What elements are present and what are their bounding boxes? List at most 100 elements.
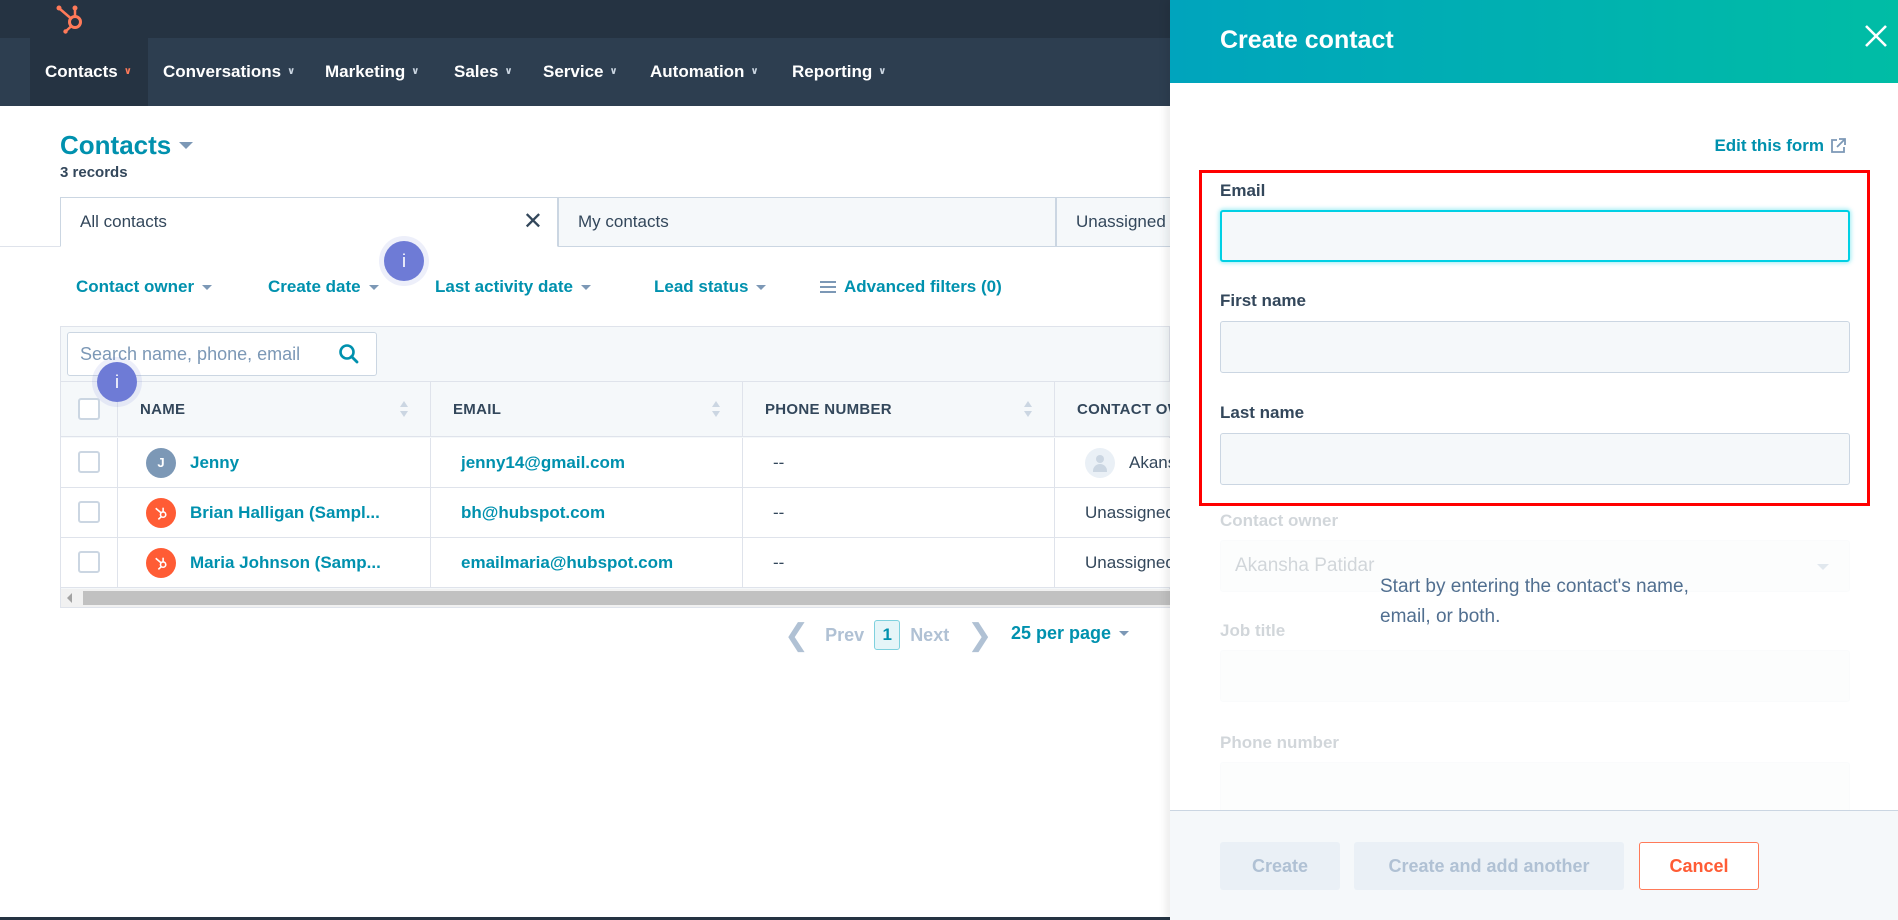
sliders-icon: [820, 280, 836, 294]
row-checkbox[interactable]: [78, 501, 100, 523]
nav-marketing[interactable]: Marketing ∨: [325, 38, 419, 106]
hubspot-avatar-icon: [146, 547, 176, 578]
nav-conversations[interactable]: Conversations ∨: [163, 38, 295, 106]
page-title[interactable]: Contacts: [60, 130, 194, 161]
chevron-down-icon: ∨: [878, 65, 887, 77]
scroll-left-icon[interactable]: [67, 593, 72, 603]
info-badge[interactable]: i: [97, 362, 137, 402]
first-name-field[interactable]: [1220, 321, 1850, 373]
panel-header: Create contact: [1170, 0, 1898, 83]
nav-service[interactable]: Service ∨: [543, 38, 618, 106]
caret-down-icon: [1817, 564, 1829, 570]
contact-owner-label: Contact owner: [1220, 511, 1339, 530]
contacts-table: NAME EMAIL PHONE NUMBER CONTACT OWNER J …: [60, 326, 1254, 608]
name-cell: J Jenny: [118, 438, 431, 487]
next-page-button[interactable]: Next: [910, 625, 949, 646]
current-page[interactable]: 1: [874, 620, 901, 650]
row-checkbox[interactable]: [78, 451, 100, 473]
caret-down-icon: [368, 284, 379, 290]
phone-cell: --: [743, 538, 1055, 587]
hint-tooltip: Start by entering the contact's name, em…: [1380, 576, 1689, 627]
tab-my-contacts[interactable]: My contacts: [558, 197, 1056, 247]
user-avatar-icon: [1085, 447, 1115, 478]
table-row[interactable]: J Jenny jenny14@gmail.com -- Akansha Pat…: [61, 438, 1254, 488]
phone-cell: --: [743, 488, 1055, 537]
contact-email-link[interactable]: emailmaria@hubspot.com: [461, 553, 673, 573]
close-icon[interactable]: [1862, 22, 1890, 50]
create-and-add-another-button[interactable]: Create and add another: [1354, 842, 1624, 890]
per-page-select[interactable]: 25 per page: [1011, 623, 1130, 644]
filter-lead-status[interactable]: Lead status: [654, 275, 767, 299]
last-name-field[interactable]: [1220, 433, 1850, 485]
job-title-label: Job title: [1220, 621, 1286, 640]
select-all-checkbox[interactable]: [78, 398, 100, 420]
table-row[interactable]: Brian Halligan (Sampl... bh@hubspot.com …: [61, 488, 1175, 538]
record-count: 3 records: [60, 164, 128, 181]
hubspot-logo-icon[interactable]: [54, 2, 88, 36]
sort-icon[interactable]: [712, 401, 720, 419]
create-contact-panel: Create contact Edit this form Email Firs…: [1170, 0, 1898, 920]
tab-all-contacts[interactable]: All contacts ✕: [60, 197, 558, 247]
caret-down-icon: [179, 142, 194, 149]
horizontal-scrollbar[interactable]: [61, 589, 1171, 607]
phone-label: Phone number: [1220, 733, 1340, 752]
contact-name-link[interactable]: Brian Halligan (Sampl...: [190, 503, 380, 523]
chevron-left-icon[interactable]: ❮: [784, 618, 809, 653]
info-badge[interactable]: i: [384, 241, 424, 281]
email-field[interactable]: [1220, 210, 1850, 262]
chevron-down-icon: ∨: [123, 65, 132, 77]
panel-footer: Create Create and add another Cancel: [1170, 810, 1898, 920]
name-cell: Brian Halligan (Sampl...: [118, 488, 431, 537]
column-header-email[interactable]: EMAIL: [431, 382, 743, 437]
cancel-button[interactable]: Cancel: [1639, 842, 1759, 890]
chevron-right-icon[interactable]: ❯: [967, 618, 992, 653]
create-button[interactable]: Create: [1220, 842, 1340, 890]
chevron-down-icon: ∨: [411, 65, 420, 77]
prev-page-button[interactable]: Prev: [825, 625, 864, 646]
email-cell: emailmaria@hubspot.com: [431, 538, 743, 587]
job-title-field[interactable]: [1220, 650, 1850, 702]
email-cell: bh@hubspot.com: [431, 488, 743, 537]
panel-title: Create contact: [1220, 26, 1394, 54]
nav-reporting[interactable]: Reporting ∨: [792, 38, 886, 106]
contact-email-link[interactable]: bh@hubspot.com: [461, 503, 605, 523]
close-tab-icon[interactable]: ✕: [523, 210, 543, 234]
filter-contact-owner[interactable]: Contact owner: [76, 275, 213, 299]
contact-email-link[interactable]: jenny14@gmail.com: [461, 453, 625, 473]
tab-unassigned[interactable]: Unassigned: [1056, 197, 1186, 247]
email-cell: jenny14@gmail.com: [431, 438, 743, 487]
pagination: ❮ Prev 1 Next ❯: [784, 618, 992, 652]
caret-down-icon: [756, 284, 767, 290]
nav-sales[interactable]: Sales ∨: [454, 38, 513, 106]
caret-down-icon: [1119, 631, 1130, 636]
name-cell: Maria Johnson (Samp...: [118, 538, 431, 587]
edit-form-link[interactable]: Edit this form: [1714, 136, 1846, 156]
phone-cell: --: [743, 438, 1055, 487]
last-name-label: Last name: [1220, 403, 1305, 422]
chevron-down-icon: ∨: [750, 65, 759, 77]
phone-field[interactable]: [1220, 762, 1850, 814]
filter-create-date[interactable]: Create date: [268, 275, 379, 299]
contact-name-link[interactable]: Jenny: [190, 453, 239, 473]
column-header-phone[interactable]: PHONE NUMBER: [743, 382, 1055, 437]
nav-automation[interactable]: Automation ∨: [650, 38, 759, 106]
row-checkbox[interactable]: [78, 551, 100, 573]
sort-icon[interactable]: [400, 401, 408, 419]
caret-down-icon: [202, 284, 213, 290]
table-header: NAME EMAIL PHONE NUMBER CONTACT OWNER: [61, 381, 1214, 437]
table-row[interactable]: Maria Johnson (Samp... emailmaria@hubspo…: [61, 538, 1175, 588]
caret-down-icon: [580, 284, 591, 290]
chevron-down-icon: ∨: [287, 65, 296, 77]
advanced-filters-button[interactable]: Advanced filters (0): [820, 275, 1002, 299]
sort-icon[interactable]: [1024, 401, 1032, 419]
contact-name-link[interactable]: Maria Johnson (Samp...: [190, 553, 381, 573]
nav-contacts[interactable]: Contacts ∨: [30, 38, 148, 106]
chevron-down-icon: ∨: [609, 65, 618, 77]
column-header-name[interactable]: NAME: [118, 382, 431, 437]
first-name-label: First name: [1220, 291, 1306, 310]
scrollbar-thumb[interactable]: [83, 591, 1171, 605]
search-icon[interactable]: [338, 343, 360, 365]
external-link-icon: [1831, 138, 1846, 153]
avatar: J: [146, 447, 176, 478]
filter-last-activity-date[interactable]: Last activity date: [435, 275, 591, 299]
